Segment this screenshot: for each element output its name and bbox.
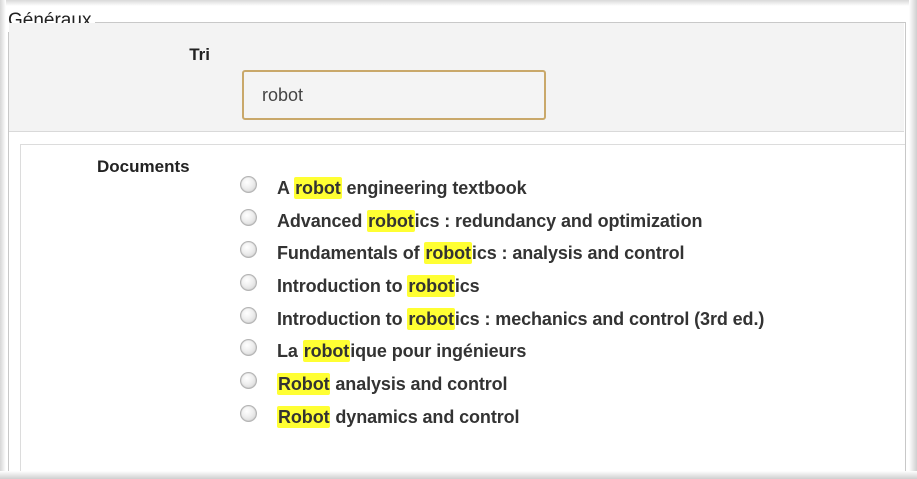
document-option[interactable]: A robot engineering textbook [240,172,764,205]
radio-button[interactable] [240,175,257,193]
radio-button[interactable] [240,241,257,259]
documents-radio-list: A robot engineering textbook Advanced ro… [240,172,764,434]
radio-button[interactable] [240,371,257,389]
search-highlight: robot [294,176,342,199]
document-option[interactable]: Advanced robotics : redundancy and optim… [240,205,764,238]
document-title: La robotique pour ingénieurs [277,340,527,363]
page-edge-bottom [0,471,917,479]
form-frame: Généraux Tri Documents A robot engineeri… [0,0,917,479]
radio-button[interactable] [240,404,257,422]
document-title: Introduction to robotics : mechanics and… [277,307,765,330]
tri-label: Tri [189,45,210,64]
radio-button[interactable] [240,273,257,291]
document-title: Advanced robotics : redundancy and optim… [277,209,703,232]
tri-search-input[interactable] [242,70,546,120]
document-title: Fundamentals of robotics : analysis and … [277,242,685,265]
document-option[interactable]: Fundamentals of robotics : analysis and … [240,237,764,270]
document-title: A robot engineering textbook [277,176,527,199]
search-highlight: robot [367,209,415,232]
document-option[interactable]: Robot analysis and control [240,368,764,401]
document-option[interactable]: Robot dynamics and control [240,401,764,434]
page-edge-top [0,0,917,6]
search-highlight: robot [407,307,455,330]
document-title: Robot analysis and control [277,372,508,395]
radio-button[interactable] [240,306,257,324]
document-title: Robot dynamics and control [277,405,520,428]
document-option[interactable]: Introduction to robotics [240,270,764,303]
page-edge-right [909,0,917,479]
page-edge-left [0,0,6,479]
radio-button[interactable] [240,339,257,357]
search-highlight: robot [302,340,351,363]
documents-label: Documents [97,157,190,176]
search-highlight: Robot [277,405,331,428]
radio-button[interactable] [240,208,257,226]
search-highlight: Robot [277,372,331,395]
search-highlight: robot [424,242,472,265]
document-title: Introduction to robotics [277,274,480,297]
document-option[interactable]: La robotique pour ingénieurs [240,335,764,368]
search-highlight: robot [407,274,455,297]
document-option[interactable]: Introduction to robotics : mechanics and… [240,303,764,336]
